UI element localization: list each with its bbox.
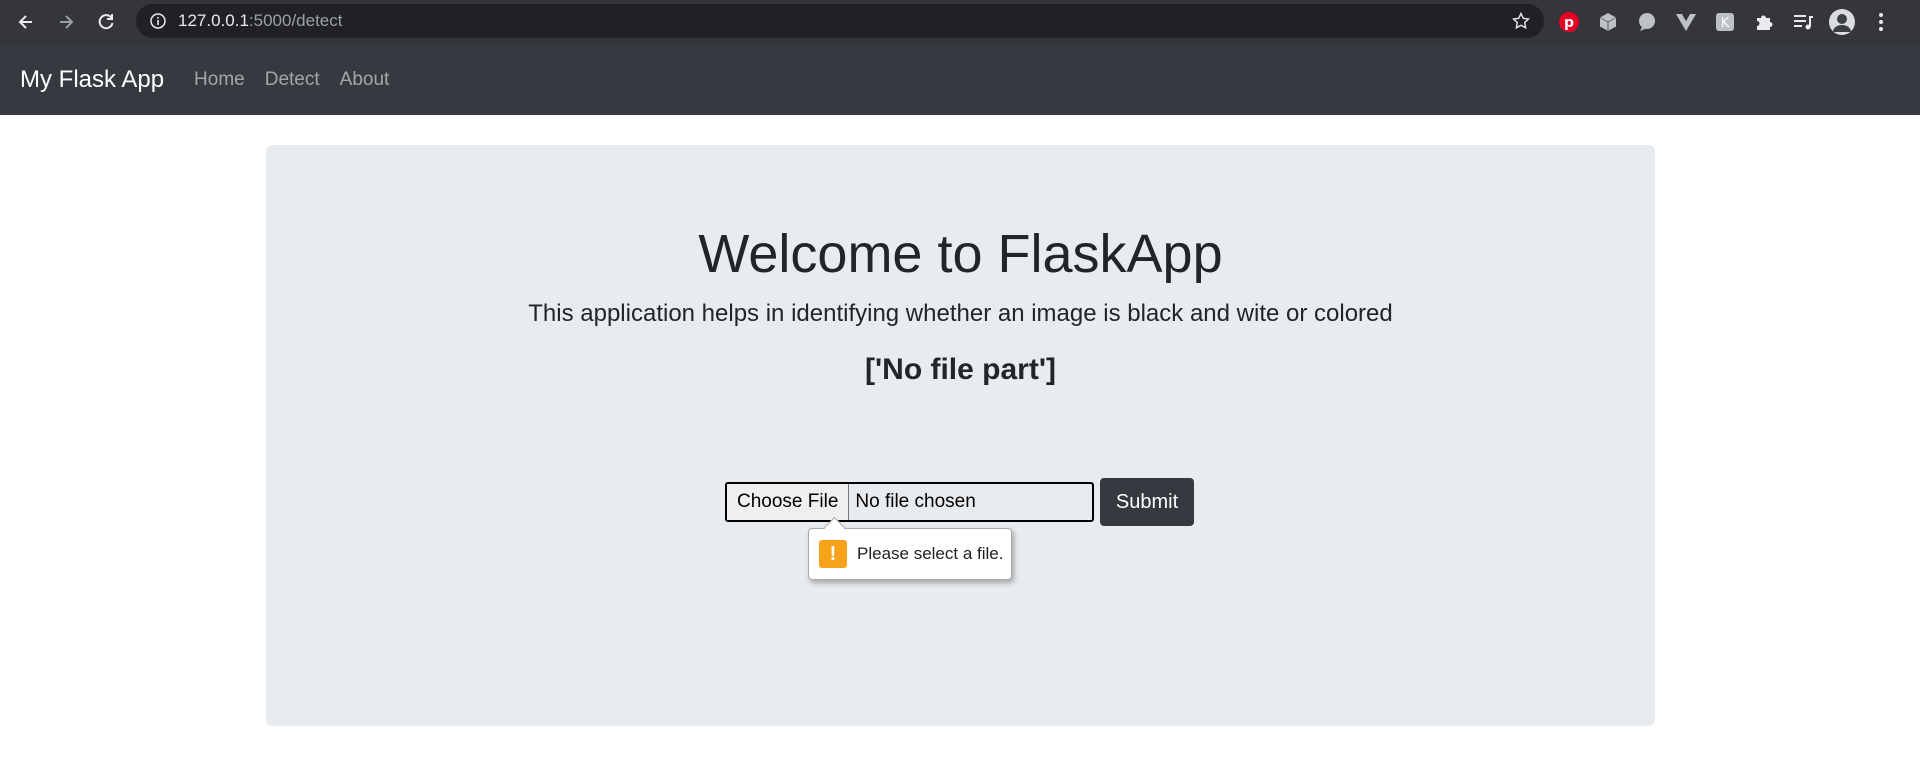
navbar-brand[interactable]: My Flask App — [20, 66, 164, 94]
url-text: 127.0.0.1:5000/detect — [178, 11, 342, 31]
reading-list-icon[interactable] — [1790, 9, 1816, 35]
chat-icon[interactable] — [1634, 9, 1660, 35]
nav-link-home[interactable]: Home — [194, 69, 245, 91]
upload-form: Choose File No file chosen Submit — [725, 478, 1194, 526]
validation-message: Please select a file. — [857, 544, 1004, 563]
cube-icon[interactable] — [1595, 9, 1621, 35]
url-path: :5000/detect — [248, 11, 343, 30]
nav-link-detect[interactable]: Detect — [265, 69, 320, 91]
vuejs-icon[interactable] — [1673, 9, 1699, 35]
nav-link-about[interactable]: About — [340, 69, 390, 91]
info-icon[interactable] — [150, 13, 166, 29]
extensions-bar: p K — [1556, 6, 1894, 38]
reload-icon[interactable] — [92, 8, 120, 36]
validation-tooltip: ! Please select a file. — [808, 528, 1012, 580]
star-icon[interactable] — [1512, 12, 1530, 30]
warning-icon: ! — [819, 540, 847, 568]
url-host: 127.0.0.1 — [178, 11, 249, 30]
app-navbar: My Flask App Home Detect About — [0, 44, 1920, 115]
back-arrow-icon[interactable] — [12, 8, 40, 36]
puzzle-icon[interactable] — [1751, 9, 1777, 35]
page-title: Welcome to FlaskApp — [698, 224, 1223, 284]
lead-text: This application helps in identifying wh… — [528, 300, 1393, 327]
svg-text:K: K — [1721, 16, 1730, 31]
pinterest-icon[interactable]: p — [1556, 9, 1582, 35]
browser-toolbar: 127.0.0.1:5000/detect p K — [0, 0, 1920, 44]
jumbotron: Welcome to FlaskApp This application hel… — [266, 145, 1655, 726]
status-message: ['No file part'] — [865, 353, 1056, 386]
address-bar[interactable]: 127.0.0.1:5000/detect — [136, 4, 1544, 38]
file-input[interactable]: Choose File No file chosen — [725, 482, 1094, 522]
submit-button[interactable]: Submit — [1100, 478, 1194, 526]
file-status-text: No file chosen — [855, 491, 976, 512]
k-extension-icon[interactable]: K — [1712, 9, 1738, 35]
menu-icon[interactable] — [1868, 9, 1894, 35]
nav-links: Home Detect About — [194, 69, 389, 91]
choose-file-button[interactable]: Choose File — [727, 484, 850, 520]
forward-arrow-icon[interactable] — [52, 8, 80, 36]
svg-text:p: p — [1564, 15, 1574, 31]
profile-avatar[interactable] — [1829, 9, 1855, 35]
